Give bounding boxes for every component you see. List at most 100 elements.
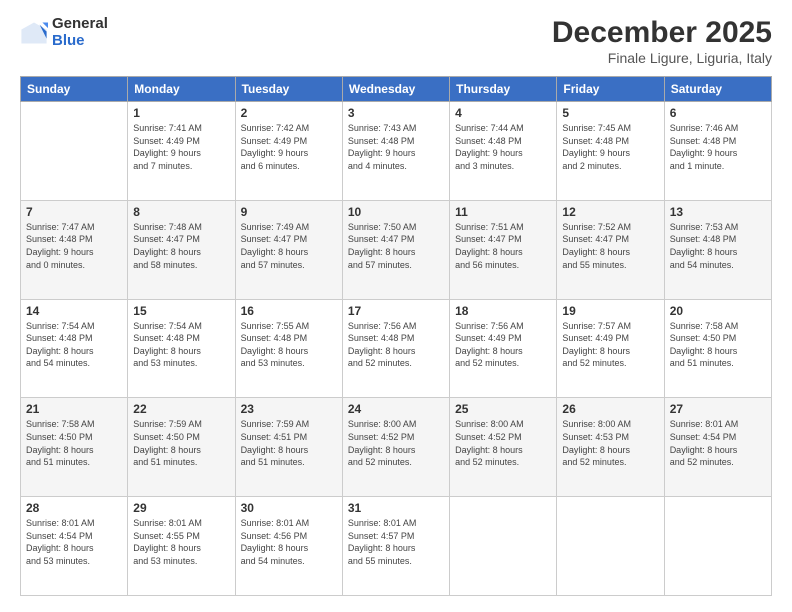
day-info: Sunrise: 7:41 AM Sunset: 4:49 PM Dayligh… [133,122,229,172]
day-number: 13 [670,205,766,219]
header-cell-monday: Monday [128,77,235,102]
day-cell: 25 Sunrise: 8:00 AM Sunset: 4:52 PM Dayli… [450,398,557,497]
day-number: 3 [348,106,444,120]
day-info: Sunrise: 7:46 AM Sunset: 4:48 PM Dayligh… [670,122,766,172]
day-cell: 18Sunrise: 7:56 AM Sunset: 4:49 PM Dayli… [450,299,557,398]
logo-text: General Blue [52,16,108,49]
day-info: Sunrise: 7:48 AM Sunset: 4:47 PM Dayligh… [133,221,229,271]
week-row-2: 7Sunrise: 7:47 AM Sunset: 4:48 PM Daylig… [21,200,772,299]
day-number: 6 [670,106,766,120]
day-number: 30 [241,501,337,515]
day-cell: 28Sunrise: 8:01 AM Sunset: 4:54 PM Dayli… [21,497,128,596]
day-info: Sunrise: 8:00 AM Sunset: 4:53 PM Dayligh… [562,418,658,468]
day-cell: 1Sunrise: 7:41 AM Sunset: 4:49 PM Daylig… [128,102,235,201]
day-number: 15 [133,304,229,318]
day-number: 7 [26,205,122,219]
day-number: 4 [455,106,551,120]
day-number: 29 [133,501,229,515]
day-info: Sunrise: 7:51 AM Sunset: 4:47 PM Dayligh… [455,221,551,271]
day-info: Sunrise: 8:01 AM Sunset: 4:55 PM Dayligh… [133,517,229,567]
calendar-header: SundayMondayTuesdayWednesdayThursdayFrid… [21,77,772,102]
day-info: Sunrise: 7:59 AM Sunset: 4:50 PM Dayligh… [133,418,229,468]
week-row-3: 14 Sunrise: 7:54 AM Sunset: 4:48 PM Dayli… [21,299,772,398]
header-cell-saturday: Saturday [664,77,771,102]
week-row-5: 28Sunrise: 8:01 AM Sunset: 4:54 PM Dayli… [21,497,772,596]
calendar-body: 1Sunrise: 7:41 AM Sunset: 4:49 PM Daylig… [21,102,772,596]
day-cell [557,497,664,596]
day-number: 28 [26,501,122,515]
day-cell: 20Sunrise: 7:58 AM Sunset: 4:50 PM Dayli… [664,299,771,398]
day-cell [450,497,557,596]
day-cell: 3 Sunrise: 7:43 AM Sunset: 4:48 PM Daylig… [342,102,449,201]
day-number: 18 [455,304,551,318]
day-cell: 10Sunrise: 7:50 AM Sunset: 4:47 PM Dayli… [342,200,449,299]
day-number: 14 [26,304,122,318]
day-number: 16 [241,304,337,318]
logo-blue: Blue [52,33,108,50]
day-info: Sunrise: 7:45 AM Sunset: 4:48 PM Dayligh… [562,122,658,172]
day-number: 25 [455,402,551,416]
logo-general: General [52,16,108,33]
day-number: 2 [241,106,337,120]
day-number: 8 [133,205,229,219]
day-info: Sunrise: 7:50 AM Sunset: 4:47 PM Dayligh… [348,221,444,271]
calendar: SundayMondayTuesdayWednesdayThursdayFrid… [20,76,772,596]
day-cell: 23 Sunrise: 7:59 AM Sunset: 4:51 PM Dayli… [235,398,342,497]
day-info: Sunrise: 7:43 AM Sunset: 4:48 PM Dayligh… [348,122,444,172]
day-number: 23 [241,402,337,416]
day-cell: 9Sunrise: 7:49 AM Sunset: 4:47 PM Daylig… [235,200,342,299]
day-info: Sunrise: 7:59 AM Sunset: 4:51 PM Dayligh… [241,418,337,468]
day-cell: 5Sunrise: 7:45 AM Sunset: 4:48 PM Daylig… [557,102,664,201]
day-info: Sunrise: 7:56 AM Sunset: 4:48 PM Dayligh… [348,320,444,370]
day-cell [664,497,771,596]
day-number: 20 [670,304,766,318]
day-cell: 6 Sunrise: 7:46 AM Sunset: 4:48 PM Daylig… [664,102,771,201]
main-title: December 2025 [552,16,772,50]
day-number: 9 [241,205,337,219]
day-info: Sunrise: 7:54 AM Sunset: 4:48 PM Dayligh… [26,320,122,370]
day-cell: 16Sunrise: 7:55 AM Sunset: 4:48 PM Dayli… [235,299,342,398]
day-cell: 12 Sunrise: 7:52 AM Sunset: 4:47 PM Dayli… [557,200,664,299]
day-cell: 7Sunrise: 7:47 AM Sunset: 4:48 PM Daylig… [21,200,128,299]
day-info: Sunrise: 7:58 AM Sunset: 4:50 PM Dayligh… [26,418,122,468]
day-number: 22 [133,402,229,416]
day-number: 31 [348,501,444,515]
day-info: Sunrise: 7:57 AM Sunset: 4:49 PM Dayligh… [562,320,658,370]
day-cell: 4Sunrise: 7:44 AM Sunset: 4:48 PM Daylig… [450,102,557,201]
day-number: 21 [26,402,122,416]
day-info: Sunrise: 8:01 AM Sunset: 4:56 PM Dayligh… [241,517,337,567]
logo-icon [20,19,48,47]
day-cell: 14 Sunrise: 7:54 AM Sunset: 4:48 PM Dayli… [21,299,128,398]
day-info: Sunrise: 7:52 AM Sunset: 4:47 PM Dayligh… [562,221,658,271]
day-cell: 13Sunrise: 7:53 AM Sunset: 4:48 PM Dayli… [664,200,771,299]
title-section: December 2025 Finale Ligure, Liguria, It… [552,16,772,66]
day-cell: 17Sunrise: 7:56 AM Sunset: 4:48 PM Dayli… [342,299,449,398]
subtitle: Finale Ligure, Liguria, Italy [552,50,772,66]
day-info: Sunrise: 8:00 AM Sunset: 4:52 PM Dayligh… [455,418,551,468]
day-cell: 31Sunrise: 8:01 AM Sunset: 4:57 PM Dayli… [342,497,449,596]
day-info: Sunrise: 7:42 AM Sunset: 4:49 PM Dayligh… [241,122,337,172]
day-number: 26 [562,402,658,416]
day-cell: 22 Sunrise: 7:59 AM Sunset: 4:50 PM Dayli… [128,398,235,497]
day-cell: 26 Sunrise: 8:00 AM Sunset: 4:53 PM Dayli… [557,398,664,497]
logo: General Blue [20,16,108,49]
day-info: Sunrise: 7:54 AM Sunset: 4:48 PM Dayligh… [133,320,229,370]
day-number: 11 [455,205,551,219]
day-cell: 21 Sunrise: 7:58 AM Sunset: 4:50 PM Dayli… [21,398,128,497]
day-cell: 24Sunrise: 8:00 AM Sunset: 4:52 PM Dayli… [342,398,449,497]
day-number: 12 [562,205,658,219]
week-row-4: 21 Sunrise: 7:58 AM Sunset: 4:50 PM Dayli… [21,398,772,497]
day-cell: 8 Sunrise: 7:48 AM Sunset: 4:47 PM Daylig… [128,200,235,299]
day-cell: 2 Sunrise: 7:42 AM Sunset: 4:49 PM Daylig… [235,102,342,201]
day-info: Sunrise: 8:00 AM Sunset: 4:52 PM Dayligh… [348,418,444,468]
header-cell-sunday: Sunday [21,77,128,102]
week-row-1: 1Sunrise: 7:41 AM Sunset: 4:49 PM Daylig… [21,102,772,201]
header-cell-thursday: Thursday [450,77,557,102]
day-cell: 19 Sunrise: 7:57 AM Sunset: 4:49 PM Dayli… [557,299,664,398]
header-row: SundayMondayTuesdayWednesdayThursdayFrid… [21,77,772,102]
day-info: Sunrise: 8:01 AM Sunset: 4:54 PM Dayligh… [670,418,766,468]
header-cell-wednesday: Wednesday [342,77,449,102]
day-cell: 29 Sunrise: 8:01 AM Sunset: 4:55 PM Dayli… [128,497,235,596]
day-number: 19 [562,304,658,318]
day-cell [21,102,128,201]
